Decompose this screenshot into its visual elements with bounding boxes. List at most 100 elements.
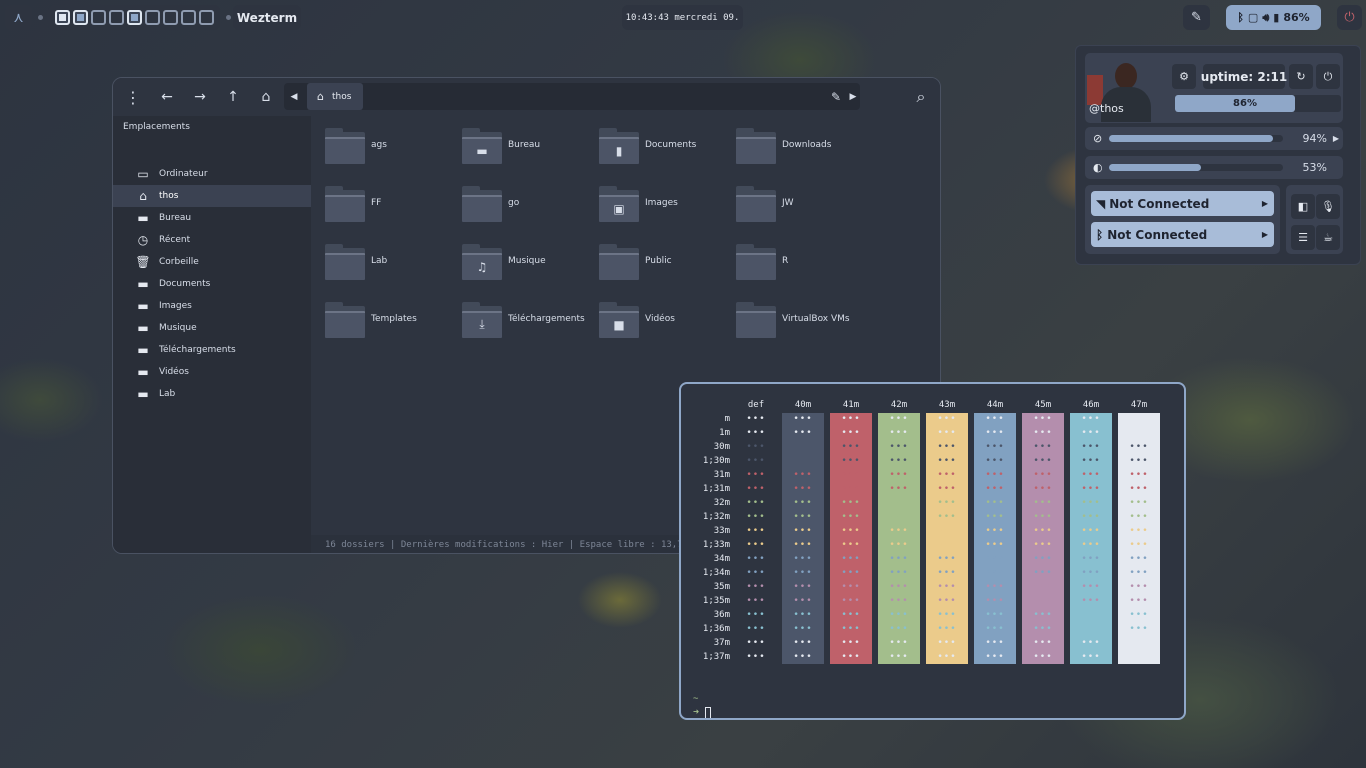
color-sample: ••• <box>1129 638 1149 648</box>
volume-track[interactable] <box>1109 135 1283 142</box>
folder-item[interactable]: VirtualBox VMs <box>722 290 850 338</box>
path-scroll-right-button[interactable]: ▶ <box>846 83 860 110</box>
folder-item[interactable]: Downloads <box>722 116 850 164</box>
color-sample: ••• <box>889 512 909 522</box>
workspace-button-7[interactable] <box>163 10 178 25</box>
color-sample: ••• <box>889 442 909 452</box>
color-sample: ••• <box>937 428 957 438</box>
folder-item[interactable]: Public <box>585 232 713 280</box>
folder-item[interactable]: ■ Vidéos <box>585 290 713 338</box>
color-sample: ••• <box>937 610 957 620</box>
folder-name: Lab <box>371 256 388 266</box>
color-sample: ••• <box>841 624 861 634</box>
wifi-button[interactable]: ◥ Not Connected ▶ <box>1091 191 1274 216</box>
color-sample: ••• <box>937 652 957 662</box>
sidebar-item[interactable]: ▭ Ordinateur <box>113 163 311 185</box>
folder-name: Musique <box>508 256 546 266</box>
color-sample: ••• <box>937 596 957 606</box>
chevron-right-icon[interactable]: ▶ <box>1333 134 1339 143</box>
color-sample: ••• <box>746 554 766 564</box>
color-sample: ••• <box>985 456 1005 466</box>
path-scroll-left-button[interactable]: ◀ <box>284 83 304 110</box>
sidebar-item[interactable]: ▬ Lab <box>113 383 311 405</box>
power-button[interactable]: ⏻ <box>1337 5 1362 30</box>
search-button[interactable]: ⌕ <box>908 78 934 116</box>
folder-item[interactable]: ▬ Bureau <box>448 116 576 164</box>
column-header: 44m <box>986 400 1004 410</box>
folder-item[interactable]: ⤓ Téléchargements <box>448 290 585 338</box>
volume-icon: 🔊︎ <box>1262 10 1270 24</box>
workspace-button-3[interactable] <box>91 10 106 25</box>
terminal-window[interactable]: def 40m 41m 42m 43m 44m 45m 46m 47m m ••• ••• ••• •••… <box>679 382 1186 720</box>
sidebar-item[interactable]: ▬ Téléchargements <box>113 339 311 361</box>
folder-item[interactable]: ▣ Images <box>585 174 713 222</box>
system-tray-button[interactable]: ᛒ ▢ 🔊︎ ▮ 86% <box>1226 5 1321 30</box>
sidebar-item[interactable]: 🗑 Corbeille <box>113 251 311 273</box>
chevron-left-icon: ◀ <box>290 91 298 102</box>
workspace-button-5[interactable] <box>127 10 142 25</box>
color-sample: ••• <box>937 414 957 424</box>
sidebar-item[interactable]: ⌂ thos <box>113 185 311 207</box>
mixer-button[interactable]: ☰ <box>1291 225 1315 250</box>
microphone-toggle[interactable]: 🎙︎ <box>1316 194 1340 219</box>
workspace-button-8[interactable] <box>181 10 196 25</box>
color-sample: ••• <box>1129 428 1149 438</box>
folder-icon <box>462 186 502 222</box>
folder-icon: ▣ <box>599 186 639 222</box>
folder-item[interactable]: ags <box>311 116 439 164</box>
color-sample: ••• <box>1129 414 1149 424</box>
workspace-button-9[interactable] <box>199 10 214 25</box>
color-sample: ••• <box>1081 484 1101 494</box>
color-sample: ••• <box>793 470 813 480</box>
color-sample: ••• <box>746 526 766 536</box>
home-button[interactable]: ⌂ <box>252 78 280 116</box>
workspace-button-4[interactable] <box>109 10 124 25</box>
folder-item[interactable]: go <box>448 174 576 222</box>
color-scheme-toggle[interactable]: ◧ <box>1291 194 1315 219</box>
color-sample: ••• <box>793 582 813 592</box>
sidebar-item[interactable]: ▬ Musique <box>113 317 311 339</box>
volume-slider[interactable]: ⊘ 94% ▶ <box>1085 127 1343 150</box>
brightness-slider[interactable]: ◐ 53% <box>1085 156 1343 179</box>
sidebar-item[interactable]: ▬ Vidéos <box>113 361 311 383</box>
color-sample: ••• <box>841 484 861 494</box>
sidebar-item[interactable]: ▬ Images <box>113 295 311 317</box>
caffeine-toggle[interactable]: ☕︎ <box>1316 225 1340 250</box>
workspace-button-6[interactable] <box>145 10 160 25</box>
folder-item[interactable]: R <box>722 232 850 280</box>
menu-button[interactable]: ⋮ <box>123 78 143 116</box>
folder-item[interactable]: ▮ Documents <box>585 116 713 164</box>
folder-item[interactable]: ♫ Musique <box>448 232 576 280</box>
launcher-button[interactable]: ⋏ <box>5 5 32 30</box>
forward-button[interactable]: → <box>186 78 214 116</box>
chevron-right-icon: ▶ <box>1261 230 1268 239</box>
sidebar-item-label: Lab <box>159 389 176 399</box>
folder-item[interactable]: FF <box>311 174 439 222</box>
color-sample: ••• <box>1129 484 1149 494</box>
sidebar-item-label: Bureau <box>159 213 192 223</box>
clock[interactable]: 10:43:43 mercredi 09. <box>622 5 743 30</box>
bluetooth-button[interactable]: ᛒ Not Connected ▶ <box>1091 222 1274 247</box>
row-label: 37m <box>713 638 730 648</box>
folder-item[interactable]: JW <box>722 174 850 222</box>
arch-logo-icon: ⋏ <box>13 9 24 26</box>
sidebar-item[interactable]: ▬ Documents <box>113 273 311 295</box>
brightness-track[interactable] <box>1109 164 1283 171</box>
sidebar-item[interactable]: ▬ Bureau <box>113 207 311 229</box>
sidebar-item[interactable]: ◷ Récent <box>113 229 311 251</box>
edit-path-button[interactable]: ✎ <box>826 83 846 110</box>
folder-item[interactable]: Lab <box>311 232 439 280</box>
color-picker-button[interactable]: ✎ <box>1183 5 1210 30</box>
row-label: m <box>724 414 730 424</box>
back-button[interactable]: ← <box>153 78 181 116</box>
workspace-button-1[interactable] <box>55 10 70 25</box>
reboot-button[interactable]: ↻ <box>1289 64 1313 89</box>
breadcrumb[interactable]: ⌂ thos <box>307 83 363 110</box>
folder-icon: ▬ <box>137 387 149 401</box>
shutdown-button[interactable]: ⏻ <box>1316 64 1340 89</box>
workspace-button-2[interactable] <box>73 10 88 25</box>
folder-name: Downloads <box>782 140 832 150</box>
up-button[interactable]: ↑ <box>219 78 247 116</box>
folder-item[interactable]: Templates <box>311 290 439 338</box>
settings-button[interactable]: ⚙ <box>1172 64 1196 89</box>
